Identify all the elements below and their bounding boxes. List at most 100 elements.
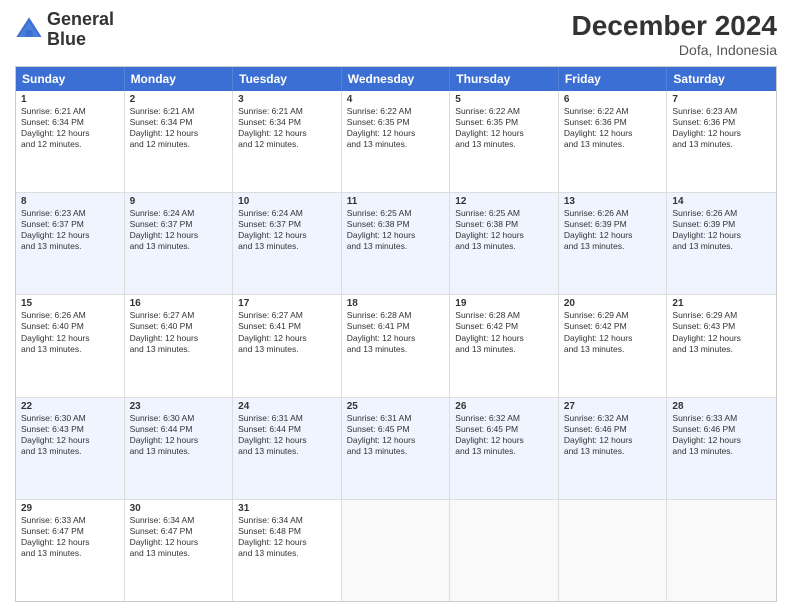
cell-content: Sunrise: 6:27 AM Sunset: 6:41 PM Dayligh… — [238, 310, 336, 354]
logo-text: General Blue — [47, 10, 114, 50]
calendar-row: 29Sunrise: 6:33 AM Sunset: 6:47 PM Dayli… — [16, 500, 776, 601]
day-number: 6 — [564, 94, 662, 105]
day-number: 3 — [238, 94, 336, 105]
day-number: 11 — [347, 196, 445, 207]
calendar-cell: 17Sunrise: 6:27 AM Sunset: 6:41 PM Dayli… — [233, 295, 342, 396]
subtitle: Dofa, Indonesia — [572, 42, 777, 58]
day-number: 12 — [455, 196, 553, 207]
calendar-cell: 26Sunrise: 6:32 AM Sunset: 6:45 PM Dayli… — [450, 398, 559, 499]
calendar-cell: 11Sunrise: 6:25 AM Sunset: 6:38 PM Dayli… — [342, 193, 451, 294]
cell-content: Sunrise: 6:34 AM Sunset: 6:48 PM Dayligh… — [238, 515, 336, 559]
cell-content: Sunrise: 6:23 AM Sunset: 6:37 PM Dayligh… — [21, 208, 119, 252]
calendar-header-cell: Saturday — [667, 67, 776, 91]
day-number: 8 — [21, 196, 119, 207]
cell-content: Sunrise: 6:28 AM Sunset: 6:41 PM Dayligh… — [347, 310, 445, 354]
day-number: 31 — [238, 503, 336, 514]
cell-content: Sunrise: 6:26 AM Sunset: 6:39 PM Dayligh… — [672, 208, 771, 252]
calendar-cell-empty — [667, 500, 776, 601]
calendar-cell-empty — [342, 500, 451, 601]
cell-content: Sunrise: 6:32 AM Sunset: 6:45 PM Dayligh… — [455, 413, 553, 457]
cell-content: Sunrise: 6:24 AM Sunset: 6:37 PM Dayligh… — [238, 208, 336, 252]
day-number: 16 — [130, 298, 228, 309]
title-section: December 2024 Dofa, Indonesia — [572, 10, 777, 58]
cell-content: Sunrise: 6:21 AM Sunset: 6:34 PM Dayligh… — [238, 106, 336, 150]
calendar-cell: 8Sunrise: 6:23 AM Sunset: 6:37 PM Daylig… — [16, 193, 125, 294]
calendar-cell: 29Sunrise: 6:33 AM Sunset: 6:47 PM Dayli… — [16, 500, 125, 601]
calendar-cell: 20Sunrise: 6:29 AM Sunset: 6:42 PM Dayli… — [559, 295, 668, 396]
calendar-cell: 14Sunrise: 6:26 AM Sunset: 6:39 PM Dayli… — [667, 193, 776, 294]
day-number: 24 — [238, 401, 336, 412]
cell-content: Sunrise: 6:30 AM Sunset: 6:44 PM Dayligh… — [130, 413, 228, 457]
cell-content: Sunrise: 6:32 AM Sunset: 6:46 PM Dayligh… — [564, 413, 662, 457]
calendar-row: 22Sunrise: 6:30 AM Sunset: 6:43 PM Dayli… — [16, 398, 776, 500]
cell-content: Sunrise: 6:22 AM Sunset: 6:35 PM Dayligh… — [455, 106, 553, 150]
day-number: 26 — [455, 401, 553, 412]
day-number: 27 — [564, 401, 662, 412]
calendar-header-cell: Thursday — [450, 67, 559, 91]
calendar-cell-empty — [559, 500, 668, 601]
day-number: 7 — [672, 94, 771, 105]
cell-content: Sunrise: 6:27 AM Sunset: 6:40 PM Dayligh… — [130, 310, 228, 354]
page-header: General Blue December 2024 Dofa, Indones… — [15, 10, 777, 58]
day-number: 4 — [347, 94, 445, 105]
day-number: 17 — [238, 298, 336, 309]
cell-content: Sunrise: 6:31 AM Sunset: 6:45 PM Dayligh… — [347, 413, 445, 457]
calendar-cell: 7Sunrise: 6:23 AM Sunset: 6:36 PM Daylig… — [667, 91, 776, 192]
calendar-cell: 3Sunrise: 6:21 AM Sunset: 6:34 PM Daylig… — [233, 91, 342, 192]
day-number: 18 — [347, 298, 445, 309]
cell-content: Sunrise: 6:26 AM Sunset: 6:40 PM Dayligh… — [21, 310, 119, 354]
calendar-cell: 5Sunrise: 6:22 AM Sunset: 6:35 PM Daylig… — [450, 91, 559, 192]
cell-content: Sunrise: 6:23 AM Sunset: 6:36 PM Dayligh… — [672, 106, 771, 150]
cell-content: Sunrise: 6:33 AM Sunset: 6:46 PM Dayligh… — [672, 413, 771, 457]
day-number: 9 — [130, 196, 228, 207]
day-number: 10 — [238, 196, 336, 207]
cell-content: Sunrise: 6:25 AM Sunset: 6:38 PM Dayligh… — [347, 208, 445, 252]
calendar-cell: 27Sunrise: 6:32 AM Sunset: 6:46 PM Dayli… — [559, 398, 668, 499]
cell-content: Sunrise: 6:24 AM Sunset: 6:37 PM Dayligh… — [130, 208, 228, 252]
calendar-body: 1Sunrise: 6:21 AM Sunset: 6:34 PM Daylig… — [16, 91, 776, 601]
calendar-cell-empty — [450, 500, 559, 601]
page-container: General Blue December 2024 Dofa, Indones… — [0, 0, 792, 612]
calendar-row: 8Sunrise: 6:23 AM Sunset: 6:37 PM Daylig… — [16, 193, 776, 295]
calendar-cell: 24Sunrise: 6:31 AM Sunset: 6:44 PM Dayli… — [233, 398, 342, 499]
calendar-cell: 10Sunrise: 6:24 AM Sunset: 6:37 PM Dayli… — [233, 193, 342, 294]
day-number: 5 — [455, 94, 553, 105]
calendar-header-cell: Friday — [559, 67, 668, 91]
calendar-header: SundayMondayTuesdayWednesdayThursdayFrid… — [16, 67, 776, 91]
day-number: 19 — [455, 298, 553, 309]
cell-content: Sunrise: 6:25 AM Sunset: 6:38 PM Dayligh… — [455, 208, 553, 252]
calendar-cell: 23Sunrise: 6:30 AM Sunset: 6:44 PM Dayli… — [125, 398, 234, 499]
day-number: 2 — [130, 94, 228, 105]
cell-content: Sunrise: 6:21 AM Sunset: 6:34 PM Dayligh… — [21, 106, 119, 150]
calendar-header-cell: Tuesday — [233, 67, 342, 91]
calendar-header-cell: Wednesday — [342, 67, 451, 91]
day-number: 13 — [564, 196, 662, 207]
logo-line1: General — [47, 10, 114, 30]
day-number: 14 — [672, 196, 771, 207]
day-number: 29 — [21, 503, 119, 514]
logo-line2: Blue — [47, 30, 114, 50]
logo-icon — [15, 16, 43, 44]
cell-content: Sunrise: 6:28 AM Sunset: 6:42 PM Dayligh… — [455, 310, 553, 354]
calendar-cell: 19Sunrise: 6:28 AM Sunset: 6:42 PM Dayli… — [450, 295, 559, 396]
calendar-row: 1Sunrise: 6:21 AM Sunset: 6:34 PM Daylig… — [16, 91, 776, 193]
main-title: December 2024 — [572, 10, 777, 42]
day-number: 15 — [21, 298, 119, 309]
cell-content: Sunrise: 6:22 AM Sunset: 6:35 PM Dayligh… — [347, 106, 445, 150]
day-number: 28 — [672, 401, 771, 412]
calendar-cell: 15Sunrise: 6:26 AM Sunset: 6:40 PM Dayli… — [16, 295, 125, 396]
calendar-cell: 13Sunrise: 6:26 AM Sunset: 6:39 PM Dayli… — [559, 193, 668, 294]
calendar-cell: 12Sunrise: 6:25 AM Sunset: 6:38 PM Dayli… — [450, 193, 559, 294]
cell-content: Sunrise: 6:29 AM Sunset: 6:42 PM Dayligh… — [564, 310, 662, 354]
day-number: 30 — [130, 503, 228, 514]
calendar-cell: 18Sunrise: 6:28 AM Sunset: 6:41 PM Dayli… — [342, 295, 451, 396]
calendar-cell: 9Sunrise: 6:24 AM Sunset: 6:37 PM Daylig… — [125, 193, 234, 294]
cell-content: Sunrise: 6:31 AM Sunset: 6:44 PM Dayligh… — [238, 413, 336, 457]
calendar-cell: 21Sunrise: 6:29 AM Sunset: 6:43 PM Dayli… — [667, 295, 776, 396]
cell-content: Sunrise: 6:29 AM Sunset: 6:43 PM Dayligh… — [672, 310, 771, 354]
calendar-cell: 22Sunrise: 6:30 AM Sunset: 6:43 PM Dayli… — [16, 398, 125, 499]
calendar-cell: 16Sunrise: 6:27 AM Sunset: 6:40 PM Dayli… — [125, 295, 234, 396]
cell-content: Sunrise: 6:30 AM Sunset: 6:43 PM Dayligh… — [21, 413, 119, 457]
calendar: SundayMondayTuesdayWednesdayThursdayFrid… — [15, 66, 777, 602]
calendar-header-cell: Monday — [125, 67, 234, 91]
